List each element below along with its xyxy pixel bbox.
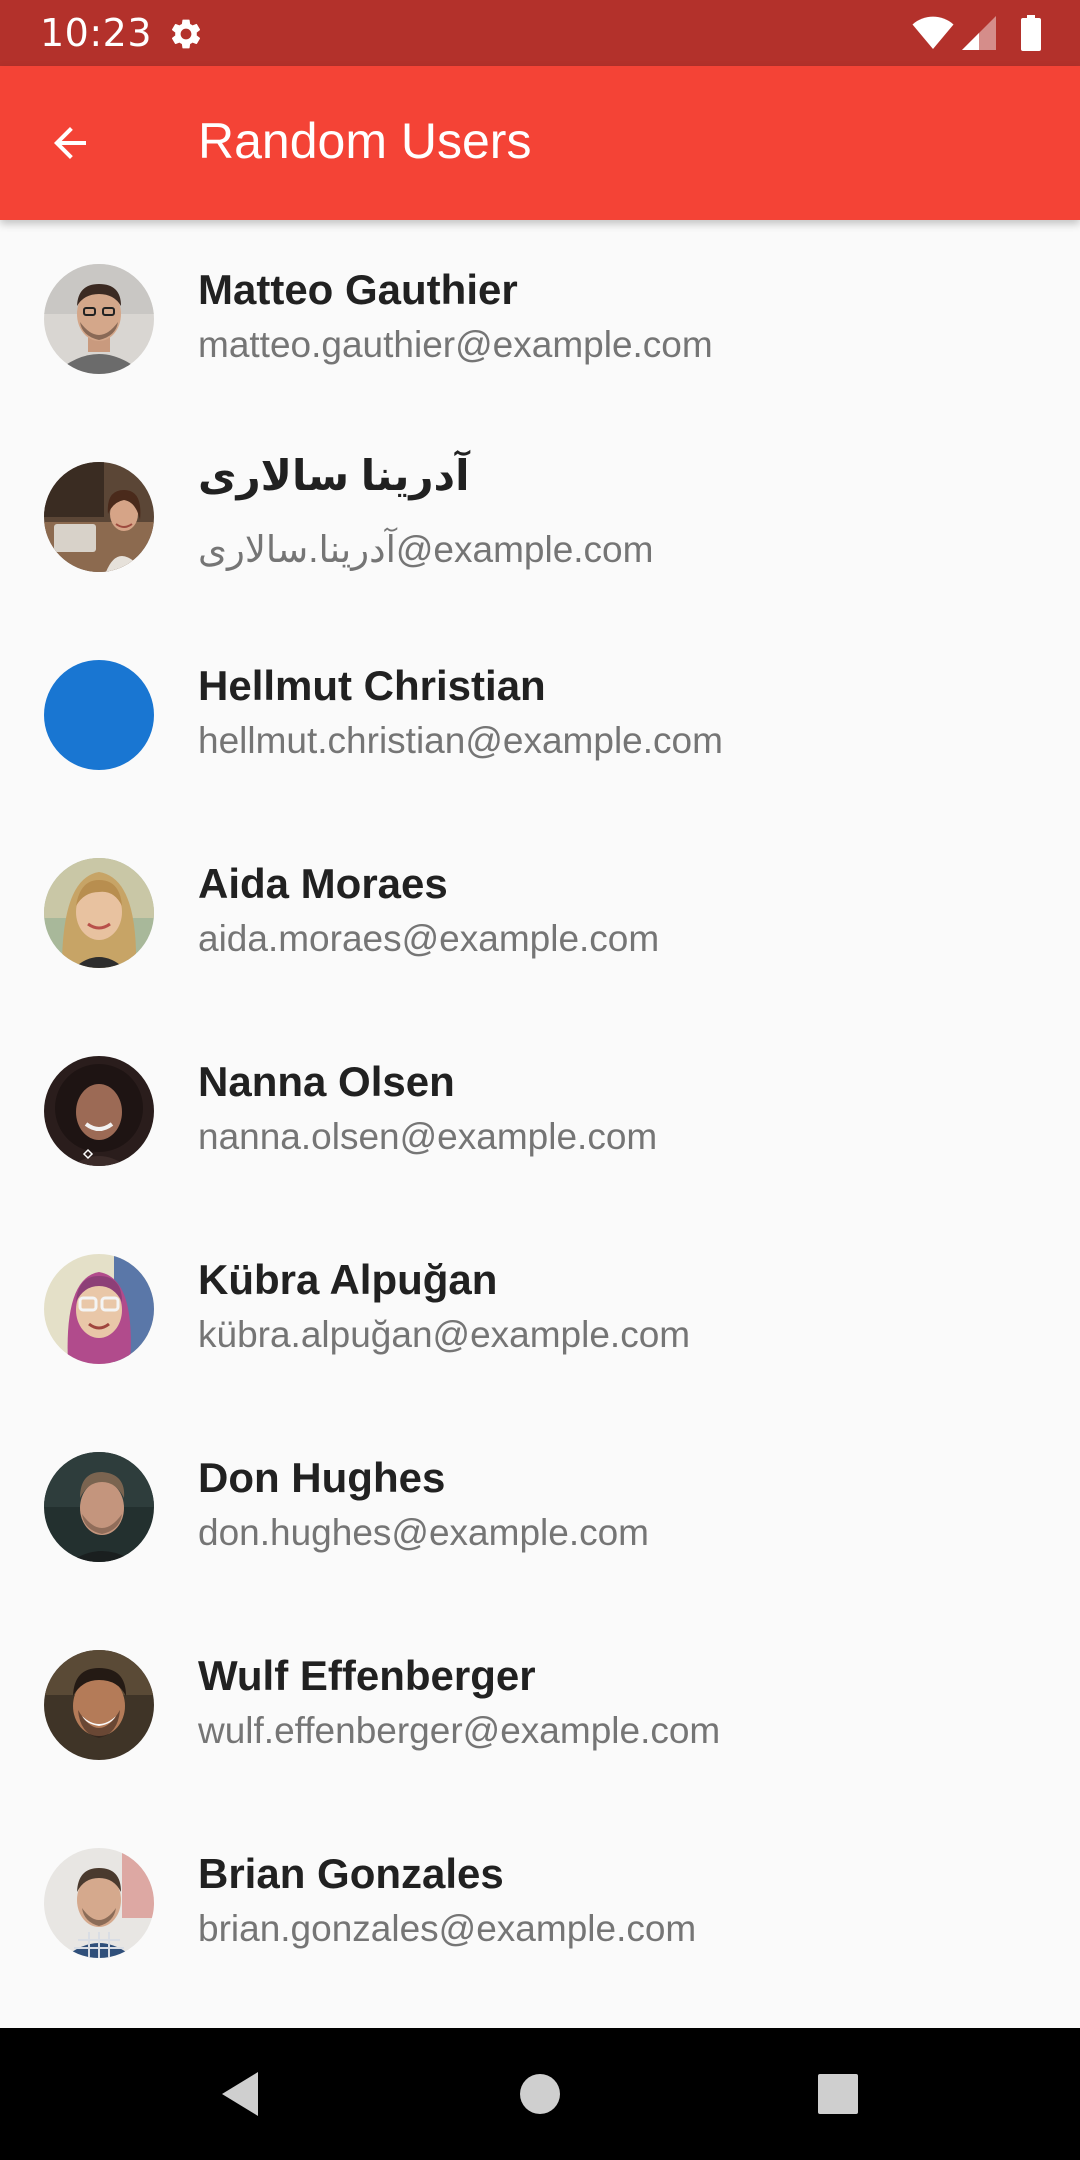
back-button[interactable] <box>40 113 100 173</box>
user-name: Don Hughes <box>198 1454 446 1501</box>
avatar <box>44 264 154 374</box>
system-nav-bar <box>0 2028 1080 2160</box>
list-item[interactable]: Hellmut Christian hellmut.christian@exam… <box>0 616 1080 814</box>
user-email: kübra.alpuğan@example.com <box>198 1314 691 1355</box>
user-name: Brian Gonzales <box>198 1850 504 1897</box>
battery-icon <box>1020 15 1042 51</box>
list-item[interactable]: Don Hughes don.hughes@example.com <box>0 1408 1080 1606</box>
user-name: Matteo Gauthier <box>198 266 518 313</box>
back-triangle-icon <box>222 2072 258 2116</box>
avatar <box>44 1848 154 1958</box>
list-item[interactable]: Matteo Gauthier matteo.gauthier@example.… <box>0 220 1080 418</box>
user-name: Nanna Olsen <box>198 1058 455 1105</box>
status-icons <box>912 14 1042 52</box>
user-email: matteo.gauthier@example.com <box>198 324 713 365</box>
user-email: aida.moraes@example.com <box>198 918 660 959</box>
list-item[interactable]: Aida Moraes aida.moraes@example.com <box>0 814 1080 1012</box>
nav-home-button[interactable] <box>510 2064 570 2124</box>
arrow-back-icon <box>54 127 86 159</box>
wifi-icon <box>912 16 954 50</box>
nav-recents-button[interactable] <box>808 2064 868 2124</box>
list-item[interactable]: Wulf Effenberger wulf.effenberger@exampl… <box>0 1606 1080 1804</box>
avatar <box>44 1452 154 1562</box>
gear-icon <box>168 16 204 52</box>
nav-back-button[interactable] <box>210 2064 270 2124</box>
status-time: 10:23 <box>40 11 153 55</box>
user-email: brian.gonzales@example.com <box>198 1908 697 1949</box>
user-name: آدرینا سالاری <box>198 452 470 499</box>
user-email: آدرینا.سالاری@example.com <box>198 529 654 570</box>
list-item[interactable]: Brian Gonzales brian.gonzales@example.co… <box>0 1804 1080 2002</box>
avatar <box>44 660 154 770</box>
page-title: Random Users <box>198 113 532 169</box>
list-item[interactable]: Nanna Olsen nanna.olsen@example.com <box>0 1012 1080 1210</box>
list-item[interactable]: آدرینا سالاری آدرینا.سالاری@example.com <box>0 418 1080 616</box>
user-name: Aida Moraes <box>198 860 448 907</box>
avatar <box>44 1650 154 1760</box>
recents-square-icon <box>818 2074 858 2114</box>
user-name: Hellmut Christian <box>198 662 546 709</box>
avatar <box>44 462 154 572</box>
user-email: hellmut.christian@example.com <box>198 720 723 761</box>
user-email: wulf.effenberger@example.com <box>198 1710 721 1751</box>
signal-icon <box>962 16 996 50</box>
avatar <box>44 1254 154 1364</box>
user-name: Kübra Alpuğan <box>198 1256 498 1303</box>
user-name: Wulf Effenberger <box>198 1652 536 1699</box>
home-circle-icon <box>520 2074 560 2114</box>
list-item[interactable]: Kübra Alpuğan kübra.alpuğan@example.com <box>0 1210 1080 1408</box>
user-list[interactable]: Matteo Gauthier matteo.gauthier@example.… <box>0 220 1080 2028</box>
app-bar: Random Users <box>0 66 1080 220</box>
user-email: don.hughes@example.com <box>198 1512 649 1553</box>
avatar <box>44 858 154 968</box>
status-bar: 10:23 <box>0 0 1080 66</box>
avatar <box>44 1056 154 1166</box>
user-email: nanna.olsen@example.com <box>198 1116 658 1157</box>
